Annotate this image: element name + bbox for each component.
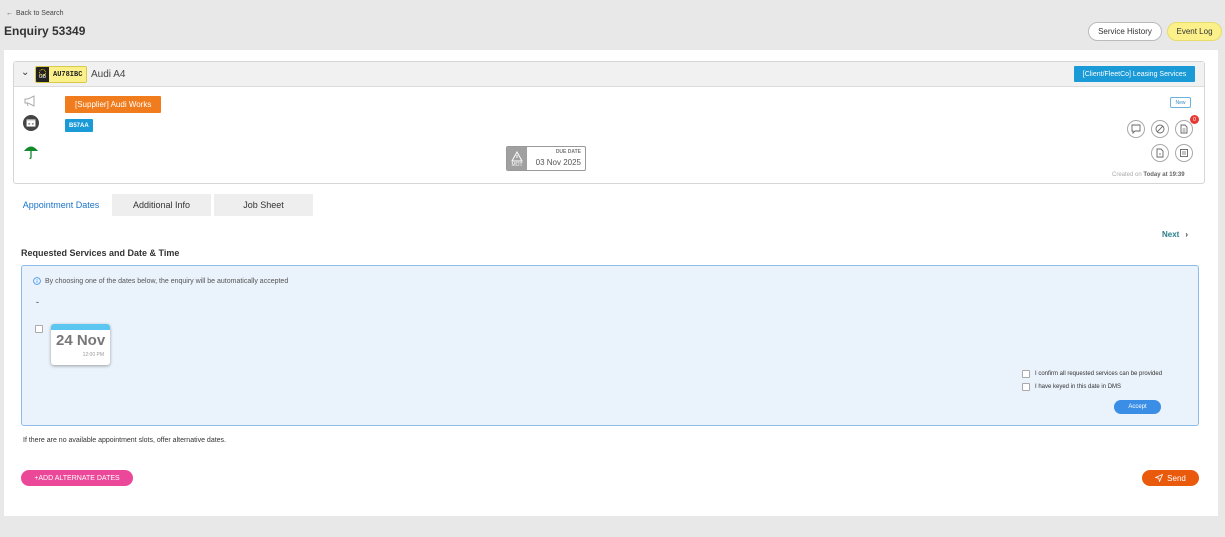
- date-day-month: 24 Nov: [56, 332, 106, 349]
- event-log-button[interactable]: Event Log: [1167, 22, 1222, 41]
- requested-services-value: -: [36, 297, 39, 307]
- notification-badge: 0: [1190, 115, 1199, 124]
- code-badge: B57AA: [65, 119, 93, 132]
- vehicle-card: ⌄ GB AU78IBC Audi A4 [Client/FleetCo] Le…: [13, 61, 1205, 184]
- created-value: Today at 19:39: [1143, 172, 1185, 178]
- calendar-icon: [23, 115, 39, 131]
- chevron-down-icon[interactable]: ⌄: [21, 67, 29, 78]
- add-alternate-dates-button[interactable]: +ADD ALTERNATE DATES: [21, 470, 133, 486]
- tab-appointment-dates[interactable]: Appointment Dates: [13, 194, 109, 216]
- accept-button[interactable]: Accept: [1114, 400, 1161, 414]
- mot-due-date: MOT DUE DATE 03 Nov 2025: [506, 146, 586, 171]
- send-label: Send: [1167, 473, 1186, 483]
- next-button[interactable]: Next ›: [1162, 230, 1188, 239]
- keyed-dms-label: I have keyed in this date in DMS: [1035, 384, 1122, 390]
- created-timestamp: Created on Today at 19:39: [1112, 172, 1185, 178]
- no-slots-text: If there are no available appointment sl…: [23, 437, 226, 444]
- next-label: Next: [1162, 230, 1180, 239]
- mot-icon: MOT: [507, 147, 527, 170]
- tab-additional-info[interactable]: Additional Info: [112, 194, 211, 216]
- created-prefix: Created on: [1112, 172, 1142, 178]
- megaphone-icon: [23, 93, 39, 109]
- confirm-services-row[interactable]: I confirm all requested services can be …: [1022, 370, 1162, 378]
- confirm-services-label: I confirm all requested services can be …: [1035, 371, 1163, 377]
- chevron-right-icon: ›: [1185, 230, 1189, 239]
- date-card-header: [51, 324, 110, 330]
- tab-bar: Appointment Dates Additional Info Job Sh…: [13, 194, 316, 216]
- plate-number: AU78IBC: [49, 67, 87, 82]
- tab-job-sheet[interactable]: Job Sheet: [214, 194, 313, 216]
- vehicle-model: Audi A4: [91, 69, 126, 80]
- vehicle-card-header: ⌄ GB AU78IBC Audi A4 [Client/FleetCo] Le…: [14, 62, 1204, 87]
- due-date-value: 03 Nov 2025: [535, 158, 581, 167]
- appointment-box: By choosing one of the dates below, the …: [21, 265, 1199, 426]
- date-time: 12:00 PM: [82, 352, 104, 358]
- service-history-button[interactable]: Service History: [1088, 22, 1162, 41]
- comment-icon[interactable]: [1127, 120, 1145, 138]
- license-plate: GB AU78IBC: [35, 66, 88, 83]
- due-date-label: DUE DATE: [555, 149, 581, 155]
- send-icon: [1155, 474, 1164, 482]
- status-badge: New: [1170, 97, 1191, 108]
- form-icon[interactable]: [1175, 144, 1193, 162]
- supplier-badge: [Supplier] Audi Works: [65, 96, 162, 113]
- back-to-search-link[interactable]: ← Back to Search: [6, 10, 63, 17]
- client-badge: [Client/FleetCo] Leasing Services: [1074, 66, 1195, 82]
- document-icon[interactable]: [1175, 120, 1193, 138]
- info-icon: [33, 277, 41, 285]
- section-title: Requested Services and Date & Time: [21, 248, 180, 258]
- file-icon[interactable]: [1151, 144, 1169, 162]
- page-title: Enquiry 53349: [4, 24, 86, 38]
- keyed-dms-checkbox[interactable]: [1022, 383, 1030, 391]
- send-button[interactable]: Send: [1142, 470, 1199, 486]
- cancel-icon[interactable]: [1151, 120, 1169, 138]
- date-checkbox[interactable]: [35, 325, 43, 333]
- arrow-left-icon: ←: [6, 10, 13, 17]
- info-text: By choosing one of the dates below, the …: [45, 277, 289, 285]
- keyed-dms-row[interactable]: I have keyed in this date in DMS: [1022, 383, 1121, 391]
- mot-label: MOT: [511, 162, 523, 168]
- plate-country: GB: [36, 67, 49, 82]
- back-to-search-label: Back to Search: [16, 10, 64, 17]
- date-option-card[interactable]: 24 Nov 12:00 PM: [51, 324, 110, 365]
- confirm-services-checkbox[interactable]: [1022, 370, 1030, 378]
- info-message: By choosing one of the dates below, the …: [33, 277, 288, 285]
- eu-stars-icon: [39, 69, 46, 76]
- umbrella-icon: [23, 143, 39, 159]
